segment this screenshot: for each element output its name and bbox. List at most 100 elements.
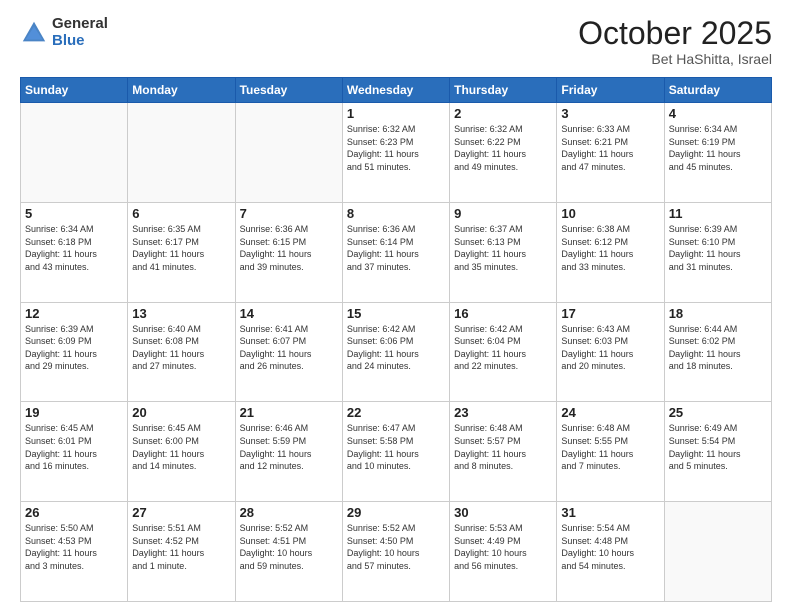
table-row: 4 Sunrise: 6:34 AM Sunset: 6:19 PM Daylig… (664, 103, 771, 203)
day-number: 31 (561, 505, 659, 520)
col-saturday: Saturday (664, 78, 771, 103)
table-row: 1 Sunrise: 6:32 AM Sunset: 6:23 PM Daylig… (342, 103, 449, 203)
day-info: Sunrise: 6:37 AM Sunset: 6:13 PM Dayligh… (454, 223, 552, 273)
table-row: 7 Sunrise: 6:36 AM Sunset: 6:15 PM Daylig… (235, 202, 342, 302)
day-number: 4 (669, 106, 767, 121)
day-info: Sunrise: 6:41 AM Sunset: 6:07 PM Dayligh… (240, 323, 338, 373)
header: General Blue October 2025 Bet HaShitta, … (20, 16, 772, 67)
day-info: Sunrise: 6:46 AM Sunset: 5:59 PM Dayligh… (240, 422, 338, 472)
calendar-table: Sunday Monday Tuesday Wednesday Thursday… (20, 77, 772, 602)
page: General Blue October 2025 Bet HaShitta, … (0, 0, 792, 612)
col-monday: Monday (128, 78, 235, 103)
day-number: 9 (454, 206, 552, 221)
day-number: 22 (347, 405, 445, 420)
table-row: 19 Sunrise: 6:45 AM Sunset: 6:01 PM Dayli… (21, 402, 128, 502)
table-row: 3 Sunrise: 6:33 AM Sunset: 6:21 PM Daylig… (557, 103, 664, 203)
day-info: Sunrise: 6:42 AM Sunset: 6:06 PM Dayligh… (347, 323, 445, 373)
day-info: Sunrise: 5:52 AM Sunset: 4:51 PM Dayligh… (240, 522, 338, 572)
table-row: 21 Sunrise: 6:46 AM Sunset: 5:59 PM Dayli… (235, 402, 342, 502)
calendar-week-row: 12 Sunrise: 6:39 AM Sunset: 6:09 PM Dayli… (21, 302, 772, 402)
day-info: Sunrise: 6:48 AM Sunset: 5:57 PM Dayligh… (454, 422, 552, 472)
table-row: 11Sunrise: 6:39 AM Sunset: 6:10 PM Dayli… (664, 202, 771, 302)
day-number: 15 (347, 306, 445, 321)
day-number: 12 (25, 306, 123, 321)
table-row (21, 103, 128, 203)
day-number: 14 (240, 306, 338, 321)
location: Bet HaShitta, Israel (578, 51, 772, 67)
header-right: October 2025 Bet HaShitta, Israel (578, 16, 772, 67)
table-row: 18 Sunrise: 6:44 AM Sunset: 6:02 PM Dayli… (664, 302, 771, 402)
day-info: Sunrise: 6:44 AM Sunset: 6:02 PM Dayligh… (669, 323, 767, 373)
day-number: 24 (561, 405, 659, 420)
day-number: 27 (132, 505, 230, 520)
day-number: 1 (347, 106, 445, 121)
day-info: Sunrise: 6:49 AM Sunset: 5:54 PM Dayligh… (669, 422, 767, 472)
col-sunday: Sunday (21, 78, 128, 103)
table-row: 6 Sunrise: 6:35 AM Sunset: 6:17 PM Daylig… (128, 202, 235, 302)
day-info: Sunrise: 6:47 AM Sunset: 5:58 PM Dayligh… (347, 422, 445, 472)
col-thursday: Thursday (450, 78, 557, 103)
day-number: 25 (669, 405, 767, 420)
table-row: 15 Sunrise: 6:42 AM Sunset: 6:06 PM Dayli… (342, 302, 449, 402)
table-row: 16 Sunrise: 6:42 AM Sunset: 6:04 PM Dayli… (450, 302, 557, 402)
table-row: 30Sunrise: 5:53 AM Sunset: 4:49 PM Dayli… (450, 502, 557, 602)
day-info: Sunrise: 6:39 AM Sunset: 6:09 PM Dayligh… (25, 323, 123, 373)
day-info: Sunrise: 6:32 AM Sunset: 6:22 PM Dayligh… (454, 123, 552, 173)
day-info: Sunrise: 6:43 AM Sunset: 6:03 PM Dayligh… (561, 323, 659, 373)
day-number: 17 (561, 306, 659, 321)
day-info: Sunrise: 6:45 AM Sunset: 6:01 PM Dayligh… (25, 422, 123, 472)
day-number: 8 (347, 206, 445, 221)
day-number: 6 (132, 206, 230, 221)
day-info: Sunrise: 6:42 AM Sunset: 6:04 PM Dayligh… (454, 323, 552, 373)
table-row: 9 Sunrise: 6:37 AM Sunset: 6:13 PM Daylig… (450, 202, 557, 302)
calendar-week-row: 26Sunrise: 5:50 AM Sunset: 4:53 PM Dayli… (21, 502, 772, 602)
table-row: 2Sunrise: 6:32 AM Sunset: 6:22 PM Daylig… (450, 103, 557, 203)
logo: General Blue (20, 16, 108, 49)
table-row: 13 Sunrise: 6:40 AM Sunset: 6:08 PM Dayli… (128, 302, 235, 402)
day-info: Sunrise: 6:33 AM Sunset: 6:21 PM Dayligh… (561, 123, 659, 173)
day-number: 3 (561, 106, 659, 121)
logo-blue-text: Blue (52, 33, 108, 50)
day-number: 10 (561, 206, 659, 221)
col-tuesday: Tuesday (235, 78, 342, 103)
calendar-header-row: Sunday Monday Tuesday Wednesday Thursday… (21, 78, 772, 103)
col-friday: Friday (557, 78, 664, 103)
day-number: 7 (240, 206, 338, 221)
calendar-week-row: 5Sunrise: 6:34 AM Sunset: 6:18 PM Daylig… (21, 202, 772, 302)
table-row: 22 Sunrise: 6:47 AM Sunset: 5:58 PM Dayli… (342, 402, 449, 502)
table-row: 12 Sunrise: 6:39 AM Sunset: 6:09 PM Dayli… (21, 302, 128, 402)
day-info: Sunrise: 6:34 AM Sunset: 6:18 PM Dayligh… (25, 223, 123, 273)
day-number: 11 (669, 206, 767, 221)
day-info: Sunrise: 5:53 AM Sunset: 4:49 PM Dayligh… (454, 522, 552, 572)
day-info: Sunrise: 6:40 AM Sunset: 6:08 PM Dayligh… (132, 323, 230, 373)
day-info: Sunrise: 6:32 AM Sunset: 6:23 PM Dayligh… (347, 123, 445, 173)
table-row: 27Sunrise: 5:51 AM Sunset: 4:52 PM Dayli… (128, 502, 235, 602)
day-info: Sunrise: 6:36 AM Sunset: 6:15 PM Dayligh… (240, 223, 338, 273)
day-info: Sunrise: 6:36 AM Sunset: 6:14 PM Dayligh… (347, 223, 445, 273)
table-row: 24 Sunrise: 6:48 AM Sunset: 5:55 PM Dayli… (557, 402, 664, 502)
day-number: 29 (347, 505, 445, 520)
logo-general-text: General (52, 16, 108, 33)
table-row: 5Sunrise: 6:34 AM Sunset: 6:18 PM Daylig… (21, 202, 128, 302)
day-number: 16 (454, 306, 552, 321)
day-number: 18 (669, 306, 767, 321)
day-number: 23 (454, 405, 552, 420)
table-row: 23 Sunrise: 6:48 AM Sunset: 5:57 PM Dayli… (450, 402, 557, 502)
table-row: 29 Sunrise: 5:52 AM Sunset: 4:50 PM Dayli… (342, 502, 449, 602)
day-number: 13 (132, 306, 230, 321)
month-title: October 2025 (578, 16, 772, 51)
day-info: Sunrise: 6:34 AM Sunset: 6:19 PM Dayligh… (669, 123, 767, 173)
day-number: 19 (25, 405, 123, 420)
table-row (128, 103, 235, 203)
table-row: 28 Sunrise: 5:52 AM Sunset: 4:51 PM Dayli… (235, 502, 342, 602)
day-number: 21 (240, 405, 338, 420)
table-row: 14 Sunrise: 6:41 AM Sunset: 6:07 PM Dayli… (235, 302, 342, 402)
table-row: 10Sunrise: 6:38 AM Sunset: 6:12 PM Dayli… (557, 202, 664, 302)
day-info: Sunrise: 5:52 AM Sunset: 4:50 PM Dayligh… (347, 522, 445, 572)
day-number: 28 (240, 505, 338, 520)
day-info: Sunrise: 6:35 AM Sunset: 6:17 PM Dayligh… (132, 223, 230, 273)
table-row: 20Sunrise: 6:45 AM Sunset: 6:00 PM Dayli… (128, 402, 235, 502)
table-row: 17 Sunrise: 6:43 AM Sunset: 6:03 PM Dayli… (557, 302, 664, 402)
day-info: Sunrise: 6:48 AM Sunset: 5:55 PM Dayligh… (561, 422, 659, 472)
logo-text: General Blue (52, 16, 108, 49)
